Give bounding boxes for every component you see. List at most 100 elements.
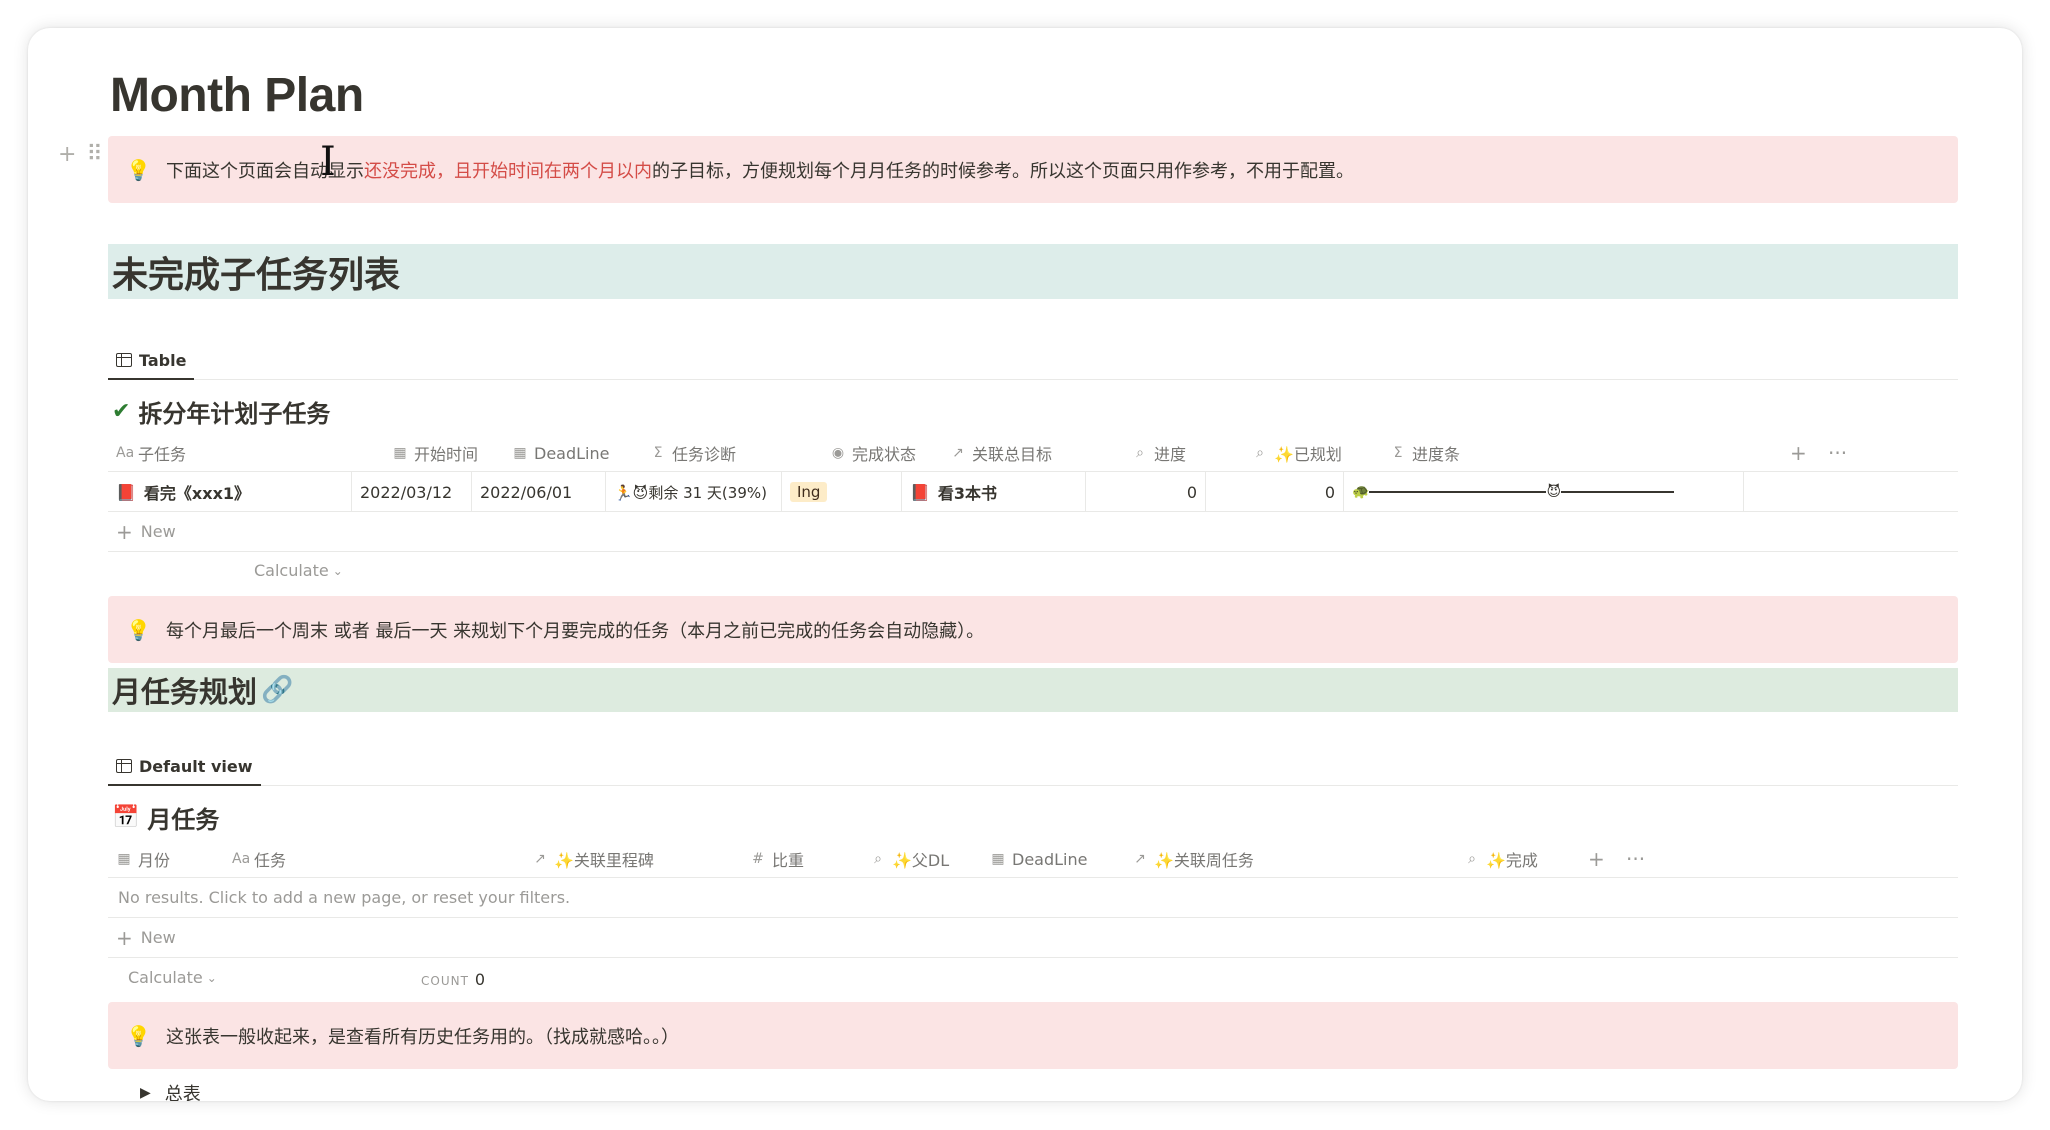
progress-value: 0 xyxy=(1186,482,1197,502)
column-label: 完成状态 xyxy=(852,445,917,464)
calendar-icon: ▦ xyxy=(117,851,131,867)
column-header-start[interactable]: ▦ 开始时间 xyxy=(392,434,478,472)
heading-month-task-planning: 月任务规划 🔗 xyxy=(108,668,1958,712)
lightbulb-icon: 💡 xyxy=(126,1023,151,1048)
column-header-month[interactable]: ▦ 月份 xyxy=(116,840,170,878)
goal-name: 看3本书 xyxy=(937,484,998,503)
table-row[interactable]: 📕 看完《xxx1》 2022/03/12 2022/06/01 🏃😈剩余 31… xyxy=(108,472,1958,512)
callout-text: 这张表一般收起来，是查看所有历史任务用的。（找成就感哈。。） xyxy=(166,1026,679,1048)
database-title[interactable]: 📅 月任务 xyxy=(112,800,219,835)
new-row-button[interactable]: + New xyxy=(108,512,1958,552)
cell-diagnosis[interactable]: 🏃😈剩余 31 天(39%) xyxy=(606,472,782,512)
column-header-diagnosis[interactable]: Σ 任务诊断 xyxy=(650,434,736,472)
heading-text: 未完成子任务列表 xyxy=(112,254,401,296)
column-header-task[interactable]: Aa 任务 xyxy=(232,840,286,878)
column-header-weight[interactable]: # 比重 xyxy=(750,840,804,878)
column-header-parent-dl[interactable]: ⌕ ✨父DL xyxy=(870,840,949,878)
cell-progress-bar[interactable]: 🐢 😈 xyxy=(1344,472,1744,512)
column-label: 月份 xyxy=(138,851,171,870)
calendar-icon: ▦ xyxy=(513,445,527,461)
more-options-icon[interactable]: ··· xyxy=(1828,434,1847,472)
rollup-search-icon: ⌕ xyxy=(1136,445,1144,461)
chevron-down-icon: ⌄ xyxy=(206,970,217,985)
cell-start[interactable]: 2022/03/12 xyxy=(352,472,472,512)
check-icon: ✔ xyxy=(112,399,131,424)
devil-icon: 😈 xyxy=(1546,484,1562,500)
progress-bar-right xyxy=(1561,491,1675,493)
column-label: 任务 xyxy=(254,851,287,870)
column-header-weekly-task[interactable]: ↗ ✨关联周任务 xyxy=(1132,840,1254,878)
count-label: COUNT xyxy=(421,974,469,988)
table-icon xyxy=(116,353,132,367)
column-label: 进度条 xyxy=(1412,445,1461,464)
column-label: ✨关联周任务 xyxy=(1154,851,1254,870)
column-label: ✨完成 xyxy=(1486,851,1538,870)
toggle-label: 总表 xyxy=(164,1084,201,1101)
heading-unfinished-subtasks: 未完成子任务列表 xyxy=(108,244,1958,299)
new-row-button[interactable]: + New xyxy=(108,918,1958,958)
cell-planned[interactable]: 0 xyxy=(1206,472,1344,512)
calculate-button[interactable]: Calculate ⌄ xyxy=(254,561,343,580)
column-header-planned[interactable]: ⌕ ✨已规划 xyxy=(1252,434,1342,472)
callout-text-highlight: 还没完成，且开始时间在两个月以内 xyxy=(364,160,652,182)
column-label: 任务诊断 xyxy=(672,445,737,464)
relation-arrow-icon: ↗ xyxy=(534,851,546,867)
table-header: Aa 子任务 ▦ 开始时间 ▦ DeadLine Σ 任务诊断 ◉ 完成状态 ↗ 关联总目标… xyxy=(108,434,1958,472)
status-icon: ◉ xyxy=(831,445,845,461)
column-header-status[interactable]: ◉ 完成状态 xyxy=(830,434,916,472)
calculate-label: Calculate xyxy=(128,968,203,987)
column-label: 关联总目标 xyxy=(972,445,1053,464)
column-header-deadline[interactable]: ▦ DeadLine xyxy=(990,840,1087,878)
database-title[interactable]: ✔ 拆分年计划子任务 xyxy=(112,394,330,429)
column-header-progress[interactable]: ⌕ 进度 xyxy=(1132,434,1186,472)
block-handle[interactable]: + ⠿ xyxy=(58,142,103,167)
callout-auto-display[interactable]: 💡 下面这个页面会自动显示还没完成，且开始时间在两个月以内的子目标，方便规划每个… xyxy=(108,136,1958,203)
column-header-done[interactable]: ⌕ ✨完成 xyxy=(1464,840,1538,878)
tab-table[interactable]: Table xyxy=(108,342,195,380)
turtle-icon: 🐢 xyxy=(1352,484,1370,500)
link-icon[interactable]: 🔗 xyxy=(261,675,293,705)
database-title-text: 拆分年计划子任务 xyxy=(138,400,331,428)
column-label: 进度 xyxy=(1154,445,1187,464)
cell-goal[interactable]: 📕 看3本书 xyxy=(902,472,1086,512)
cell-deadline[interactable]: 2022/06/01 xyxy=(472,472,606,512)
column-header-progress-bar[interactable]: Σ 进度条 xyxy=(1390,434,1460,472)
relation-arrow-icon: ↗ xyxy=(1134,851,1146,867)
column-label: DeadLine xyxy=(534,443,610,463)
more-options-icon[interactable]: ··· xyxy=(1626,840,1645,878)
new-label: New xyxy=(140,522,176,541)
cell-progress[interactable]: 0 xyxy=(1086,472,1206,512)
calculate-button[interactable]: Calculate ⌄ xyxy=(128,968,217,987)
tab-default-view[interactable]: Default view xyxy=(108,748,261,786)
column-header-goal[interactable]: ↗ 关联总目标 xyxy=(950,434,1052,472)
cell-status[interactable]: Ing xyxy=(782,472,902,512)
view-tabbar: Default view xyxy=(108,748,1958,786)
toggle-all-table[interactable]: ▶ 总表 xyxy=(140,1080,201,1101)
column-header-subtask[interactable]: Aa 子任务 xyxy=(116,434,186,472)
empty-state-row[interactable]: No results. Click to add a new page, or … xyxy=(108,878,1958,918)
heading-text: 月任务规划 xyxy=(112,675,258,709)
callout-text-after: 的子目标，方便规划每个月月任务的时候参考。所以这个页面只用作参考，不用于配置。 xyxy=(652,160,1354,182)
column-label: 子任务 xyxy=(138,445,187,464)
add-property-icon[interactable]: + xyxy=(1790,434,1807,472)
add-property-icon[interactable]: + xyxy=(1588,840,1605,878)
rollup-search-icon: ⌕ xyxy=(874,851,882,867)
start-date: 2022/03/12 xyxy=(360,482,453,502)
count-summary[interactable]: COUNT 0 xyxy=(421,970,485,989)
column-label: ✨关联里程碑 xyxy=(554,851,654,870)
notion-window: Month Plan + ⠿ 💡 下面这个页面会自动显示还没完成，且开始时间在两… xyxy=(28,28,2022,1101)
rollup-search-icon: ⌕ xyxy=(1468,851,1476,867)
drag-handle-icon[interactable]: ⠿ xyxy=(86,142,102,167)
column-header-milestone[interactable]: ↗ ✨关联里程碑 xyxy=(532,840,654,878)
column-label: 比重 xyxy=(772,851,805,870)
callout-monthly-planning[interactable]: 💡 每个月最后一个周末 或者 最后一天 来规划下个月要完成的任务（本月之前已完成… xyxy=(108,596,1958,663)
column-header-deadline[interactable]: ▦ DeadLine xyxy=(512,434,609,472)
title-property-icon: Aa xyxy=(116,445,135,461)
add-block-icon[interactable]: + xyxy=(58,142,76,167)
cell-subtask[interactable]: 📕 看完《xxx1》 xyxy=(108,472,352,512)
calendar-icon: 📅 xyxy=(112,805,140,830)
progress-bar: 🐢 😈 xyxy=(1352,484,1675,500)
relation-arrow-icon: ↗ xyxy=(952,445,964,461)
triangle-right-icon[interactable]: ▶ xyxy=(140,1085,151,1101)
callout-history[interactable]: 💡 这张表一般收起来，是查看所有历史任务用的。（找成就感哈。。） xyxy=(108,1002,1958,1069)
